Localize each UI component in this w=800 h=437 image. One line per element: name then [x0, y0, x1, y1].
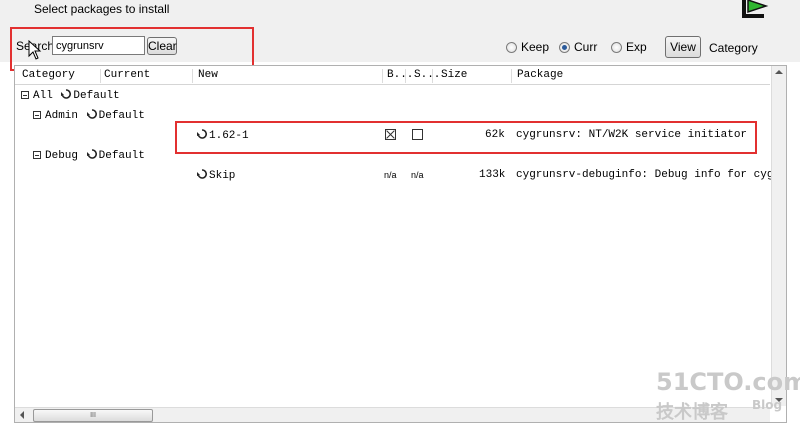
tree-label: All: [33, 90, 53, 102]
radio-keep-label: Keep: [521, 40, 550, 54]
watermark: 51CTO.com 技术博客 Blog: [656, 368, 800, 424]
watermark-sub: 技术博客: [656, 402, 728, 423]
cygwin-logo-icon: [742, 0, 769, 18]
current-view-label: Category: [709, 41, 758, 55]
tree-value: Default: [73, 90, 120, 102]
radio-keep-circle[interactable]: [506, 41, 517, 53]
col-binary[interactable]: B...: [383, 69, 413, 83]
tree-value: Default: [98, 110, 145, 122]
col-current[interactable]: Current: [100, 69, 193, 83]
source-na: n/a: [411, 170, 424, 180]
package-new-skip[interactable]: Skip: [195, 169, 235, 182]
cycle-icon[interactable]: [197, 169, 207, 179]
radio-curr-circle[interactable]: [559, 41, 570, 53]
cycle-icon[interactable]: [61, 89, 72, 99]
radio-exp[interactable]: Exp: [611, 40, 647, 54]
tree-label: Debug: [45, 150, 79, 162]
vertical-scrollbar[interactable]: [771, 66, 786, 406]
new-version-text: Skip: [209, 170, 236, 182]
radio-curr-label: Curr: [574, 40, 598, 54]
binary-na: n/a: [384, 170, 397, 180]
col-size[interactable]: Size: [437, 69, 512, 83]
scroll-up-icon[interactable]: [775, 69, 783, 75]
collapse-icon[interactable]: [21, 91, 29, 99]
collapse-icon[interactable]: [33, 151, 41, 159]
tree-row-all[interactable]: All Default: [21, 89, 120, 102]
tree-value: Default: [98, 150, 145, 162]
col-new[interactable]: New: [194, 69, 383, 83]
tree-label: Admin: [45, 110, 79, 122]
watermark-main: 51CTO.com: [656, 368, 800, 396]
tree-row-admin[interactable]: Admin Default: [33, 109, 145, 122]
view-button[interactable]: View: [665, 36, 701, 58]
horizontal-scroll-thumb[interactable]: III: [33, 409, 153, 422]
radio-keep[interactable]: Keep: [506, 40, 549, 54]
list-header: Category Current New B... S... Size Pack…: [15, 66, 770, 85]
page-subtitle: Select packages to install: [34, 2, 170, 16]
radio-exp-label: Exp: [626, 40, 647, 54]
cycle-icon[interactable]: [86, 149, 97, 159]
collapse-icon[interactable]: [33, 111, 41, 119]
cycle-icon[interactable]: [86, 109, 97, 119]
radio-exp-circle[interactable]: [611, 41, 622, 53]
col-package[interactable]: Package: [513, 69, 767, 83]
col-source[interactable]: S...: [410, 69, 440, 83]
radio-curr[interactable]: Curr: [559, 40, 597, 54]
package-row-highlight-box: [175, 121, 757, 154]
watermark-blog: Blog: [752, 398, 783, 412]
tree-row-debug[interactable]: Debug Default: [33, 149, 145, 162]
package-size: 133k: [479, 169, 506, 181]
col-category[interactable]: Category: [18, 69, 101, 83]
scroll-left-icon[interactable]: [19, 411, 25, 419]
package-name: cygrunsrv-debuginfo: Debug info for cygr: [516, 169, 781, 181]
